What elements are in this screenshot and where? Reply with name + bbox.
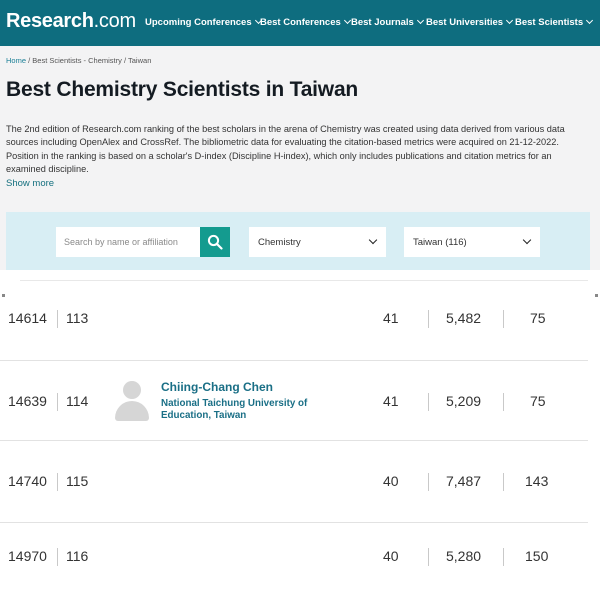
national-rank: 113 [66,310,89,326]
column-divider [57,310,58,328]
breadcrumb-discipline[interactable]: Best Scientists - Chemistry [32,56,122,65]
column-divider [503,548,504,566]
d-index-value: 40 [383,473,399,489]
hero-section: Home / Best Scientists - Chemistry / Tai… [0,46,600,270]
breadcrumb-home[interactable]: Home [6,56,26,65]
column-divider [57,548,58,566]
column-divider [428,473,429,491]
chevron-down-icon [586,16,594,25]
world-rank: 14970 [8,548,47,564]
d-index-value: 41 [383,393,399,409]
citations-value: 5,482 [446,310,482,326]
column-divider [428,548,429,566]
row-separator [0,360,588,361]
publications-value: 75 [530,310,546,326]
top-navbar: Research.com Upcoming Conferences Best C… [0,0,600,46]
breadcrumb: Home / Best Scientists - Chemistry / Tai… [6,56,152,65]
column-divider [503,310,504,328]
national-rank: 114 [66,393,89,409]
search-button[interactable] [200,227,230,257]
d-index-value: 41 [383,310,399,326]
chevron-down-icon [506,16,514,25]
country-select-value: Taiwan (116) [413,237,467,248]
world-rank: 14614 [8,310,47,326]
column-divider [503,473,504,491]
citations-value: 5,209 [446,393,482,409]
world-rank: 14639 [8,393,47,409]
divider [20,280,588,281]
main-nav: Upcoming Conferences Best Conferences Be… [0,16,600,31]
nav-best-scientists[interactable]: Best Scientists [515,16,594,28]
nav-best-universities[interactable]: Best Universities [426,16,514,28]
publications-value: 150 [525,548,549,564]
frame-marker [595,294,598,297]
column-divider [428,393,429,411]
show-more-link[interactable]: Show more [6,178,54,189]
chevron-down-icon [522,235,532,245]
citations-value: 7,487 [446,473,482,489]
avatar-placeholder-icon [114,381,150,421]
discipline-select-value: Chemistry [258,237,301,248]
publications-value: 143 [525,473,549,489]
discipline-select[interactable]: Chemistry [249,227,386,257]
nav-best-journals[interactable]: Best Journals [351,16,424,28]
column-divider [57,473,58,491]
chevron-down-icon [368,235,378,245]
column-divider [428,310,429,328]
citations-value: 5,280 [446,548,482,564]
world-rank: 14740 [8,473,47,489]
row-separator [0,522,588,523]
breadcrumb-country: Taiwan [128,56,152,65]
search-input[interactable] [56,227,200,257]
page-description: The 2nd edition of Research.com ranking … [6,124,565,174]
search-icon [207,234,223,250]
scientist-name-link[interactable]: Chiing-Chang Chen [161,380,273,394]
chevron-down-icon [343,16,351,25]
chevron-down-icon [416,16,424,25]
frame-marker [2,294,5,297]
scientist-institution-link[interactable]: National Taichung University of Educatio… [161,398,331,422]
publications-value: 75 [530,393,546,409]
filter-bar: Chemistry Taiwan (116) [6,212,590,270]
column-divider [57,393,58,411]
national-rank: 115 [66,473,89,489]
nav-upcoming-conferences[interactable]: Upcoming Conferences [145,16,262,28]
country-select[interactable]: Taiwan (116) [404,227,540,257]
d-index-value: 40 [383,548,399,564]
nav-best-conferences[interactable]: Best Conferences [260,16,351,28]
column-divider [503,393,504,411]
page-title: Best Chemistry Scientists in Taiwan [6,78,359,101]
row-separator [0,440,588,441]
national-rank: 116 [66,548,89,564]
